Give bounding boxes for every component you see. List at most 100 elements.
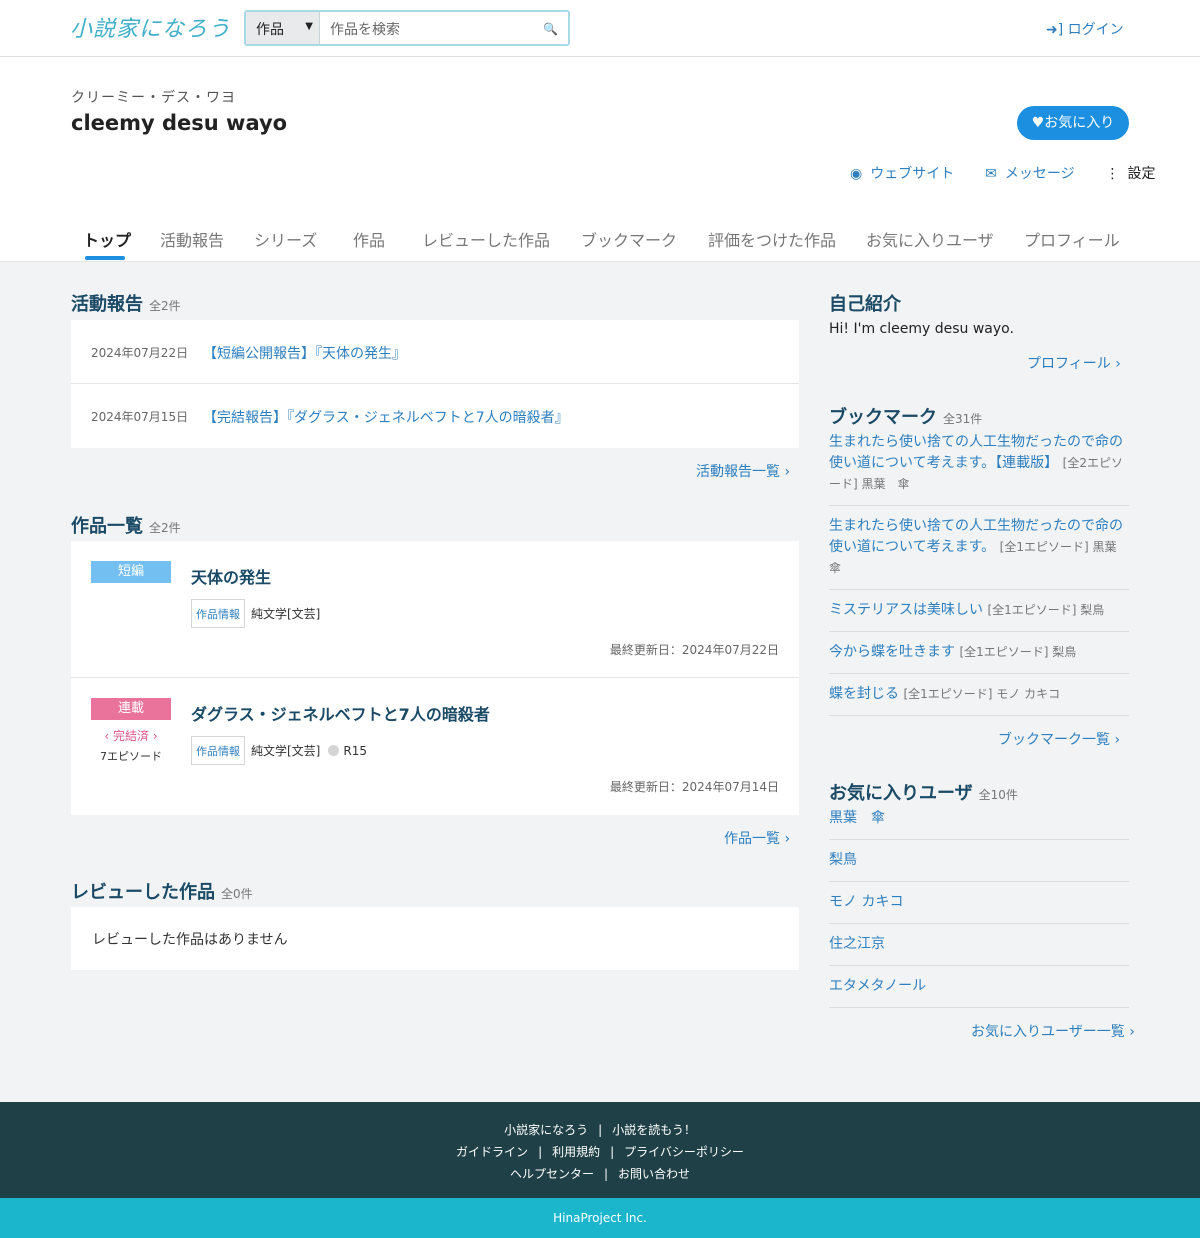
reports-more-link[interactable]: 活動報告一覧 › — [696, 461, 790, 481]
reports-count: 全2件 — [149, 299, 181, 313]
search-category-select[interactable]: 作品 ▼ — [246, 12, 320, 44]
footer-link[interactable]: プライバシーポリシー — [624, 1145, 744, 1159]
footer-link[interactable]: 利用規約 — [552, 1145, 600, 1159]
fav-user-item[interactable]: エタメタノール — [829, 976, 1129, 1008]
login-label: ログイン — [1067, 22, 1124, 38]
bookmarks-more-link[interactable]: ブックマーク一覧 › — [998, 729, 1120, 749]
bookmark-item[interactable]: ミステリアスは美味しい [全1エピソード] 梨鳥 — [829, 600, 1129, 632]
user-name-kana: クリーミー・デス・ワヨ — [71, 90, 236, 106]
active-tab-indicator — [85, 256, 125, 260]
footer-row-3: ヘルプセンター | お問い合わせ — [0, 1165, 1200, 1182]
tab-rated[interactable]: 評価をつけた作品 — [708, 227, 836, 251]
bookmark-item[interactable]: 蝶を封じる [全1エピソード] モノ カキコ — [829, 684, 1129, 716]
footer-link[interactable]: 小説を読もう！ — [612, 1123, 696, 1137]
fav-users-title: お気に入りユーザ — [829, 783, 973, 804]
bookmark-item[interactable]: 生まれたら使い捨ての人工生物だったので命の使い道について考えます。【連載版】 [… — [829, 432, 1129, 506]
website-link[interactable]: ◉ ウェブサイト — [850, 166, 958, 182]
copyright: HinaProject Inc. — [0, 1198, 1200, 1238]
reports-more-label: 活動報告一覧 — [696, 464, 780, 480]
chevron-right-icon: › — [784, 831, 791, 847]
profile-more-link[interactable]: プロフィール › — [1027, 353, 1121, 373]
work-genre: 純文学[文芸] — [251, 744, 321, 758]
search-box: 作品 ▼ 作品を検索 🔍 — [244, 10, 570, 46]
works-more-label: 作品一覧 — [724, 831, 780, 847]
work-info-button[interactable]: 作品情報 — [191, 736, 245, 765]
bookmark-meta: [全1エピソード] モノ カキコ — [903, 687, 1061, 701]
tab-profile[interactable]: プロフィール — [1024, 227, 1120, 251]
profile-tabs: トップ 活動報告 シリーズ 作品 レビューした作品 ブックマーク 評価をつけた作… — [0, 227, 1200, 262]
chevron-right-icon: › — [1129, 1024, 1135, 1040]
chevron-right-icon: › — [1115, 356, 1121, 372]
reviews-empty-message: レビューした作品はありません — [92, 932, 288, 948]
completed-status: ‹ 完結済 › — [104, 729, 158, 743]
tab-series[interactable]: シリーズ — [254, 227, 317, 251]
bookmark-item[interactable]: 今から蝶を吐きます [全1エピソード] 梨鳥 — [829, 642, 1129, 674]
tab-fav-users[interactable]: お気に入りユーザ — [866, 227, 994, 251]
fav-users-more-label: お気に入りユーザー一覧 — [971, 1024, 1125, 1040]
settings-label: 設定 — [1127, 166, 1156, 182]
intro-text: Hi! I'm cleemy desu wayo. — [829, 321, 1014, 337]
work-item: 連載 ‹ 完結済 › 7エピソード ダグラス・ジェネルベフトと7人の暗殺者 作品… — [71, 678, 799, 815]
fav-users-more-link[interactable]: お気に入りユーザー一覧 › — [971, 1021, 1135, 1041]
footer-link[interactable]: 小説家になろう — [504, 1123, 588, 1137]
footer-link[interactable]: ヘルプセンター — [510, 1167, 594, 1181]
work-info-button[interactable]: 作品情報 — [191, 599, 245, 628]
favorite-button[interactable]: ♥お気に入り — [1017, 106, 1129, 140]
footer-separator: | — [538, 1145, 543, 1159]
reviews-count: 全0件 — [221, 887, 253, 901]
message-label: メッセージ — [1004, 166, 1075, 182]
serial-badge: 連載 — [91, 698, 171, 720]
reviews-section-title: レビューした作品 全0件 — [71, 878, 253, 904]
work-updated-date: 最終更新日：2024年07月22日 — [609, 643, 779, 657]
message-link[interactable]: ✉ メッセージ — [985, 166, 1078, 182]
bookmark-title: 蝶を封じる — [829, 686, 899, 702]
work-title-link[interactable]: 天体の発生 — [191, 564, 271, 588]
reports-list: 2024年07月22日 【短編公開報告】『天体の発生』 2024年07月15日 … — [71, 320, 799, 448]
site-header: 小説家になろう 作品 ▼ 作品を検索 🔍 ➜] ログイン — [0, 0, 1200, 57]
fav-user-item[interactable]: 黒葉 傘 — [829, 808, 1129, 840]
rating-label: R15 — [343, 744, 367, 758]
bookmark-item[interactable]: 生まれたら使い捨ての人工生物だったので命の使い道について考えます。 [全1エピソ… — [829, 516, 1129, 590]
footer-link[interactable]: お問い合わせ — [618, 1167, 690, 1181]
tab-reviews[interactable]: レビューした作品 — [422, 227, 550, 251]
footer-row-1: 小説家になろう | 小説を読もう！ — [0, 1121, 1200, 1138]
tab-works[interactable]: 作品 — [353, 227, 385, 251]
report-item[interactable]: 2024年07月22日 【短編公開報告】『天体の発生』 — [71, 320, 799, 384]
login-link[interactable]: ➜] ログイン — [1046, 19, 1124, 39]
login-icon: ➜] — [1046, 22, 1064, 38]
report-item[interactable]: 2024年07月15日 【完結報告】『ダグラス・ジェネルベフトと7人の暗殺者』 — [71, 384, 799, 448]
footer-row-2: ガイドライン | 利用規約 | プライバシーポリシー — [0, 1143, 1200, 1160]
fav-user-item[interactable]: 住之江京 — [829, 934, 1129, 966]
search-icon[interactable]: 🔍 — [543, 22, 558, 36]
bookmarks-title: ブックマーク — [829, 407, 937, 428]
tab-activity[interactable]: 活動報告 — [160, 227, 224, 251]
rating-dot-icon — [328, 745, 340, 756]
report-date: 2024年07月15日 — [91, 410, 189, 424]
bookmarks-section-title: ブックマーク 全31件 — [829, 403, 982, 429]
tab-bookmarks[interactable]: ブックマーク — [581, 227, 677, 251]
reviews-title: レビューした作品 — [71, 882, 215, 903]
footer-separator: | — [610, 1145, 615, 1159]
fav-user-item[interactable]: モノ カキコ — [829, 892, 1129, 924]
bookmark-title: 今から蝶を吐きます — [829, 644, 955, 660]
site-footer: 小説家になろう | 小説を読もう！ ガイドライン | 利用規約 | プライバシーポリシー ヘ… — [0, 1102, 1200, 1198]
chevron-right-icon: › — [1114, 732, 1121, 748]
report-title-link[interactable]: 【短編公開報告】『天体の発生』 — [203, 343, 406, 363]
footer-link[interactable]: ガイドライン — [456, 1145, 528, 1159]
fav-user-item[interactable]: 梨鳥 — [829, 850, 1129, 882]
bookmarks-count: 全31件 — [943, 412, 983, 426]
user-name: cleemy desu wayo — [71, 111, 288, 135]
work-title-link[interactable]: ダグラス・ジェネルベフトと7人の暗殺者 — [191, 701, 490, 725]
reviews-list: レビューした作品はありません — [71, 907, 799, 970]
chevron-right-icon: › — [784, 464, 791, 480]
chevron-down-icon: ▼ — [305, 21, 313, 32]
profile-links: ◉ ウェブサイト ✉ メッセージ ⋮ 設定 — [850, 163, 1160, 183]
works-count: 全2件 — [149, 521, 181, 535]
site-logo[interactable]: 小説家になろう — [70, 11, 231, 43]
search-input[interactable]: 作品を検索 — [330, 19, 400, 39]
settings-menu[interactable]: ⋮ 設定 — [1106, 166, 1160, 182]
tab-top[interactable]: トップ — [83, 227, 131, 251]
footer-separator: | — [603, 1167, 609, 1181]
works-more-link[interactable]: 作品一覧 › — [724, 828, 790, 848]
report-title-link[interactable]: 【完結報告】『ダグラス・ジェネルベフトと7人の暗殺者』 — [203, 407, 569, 427]
